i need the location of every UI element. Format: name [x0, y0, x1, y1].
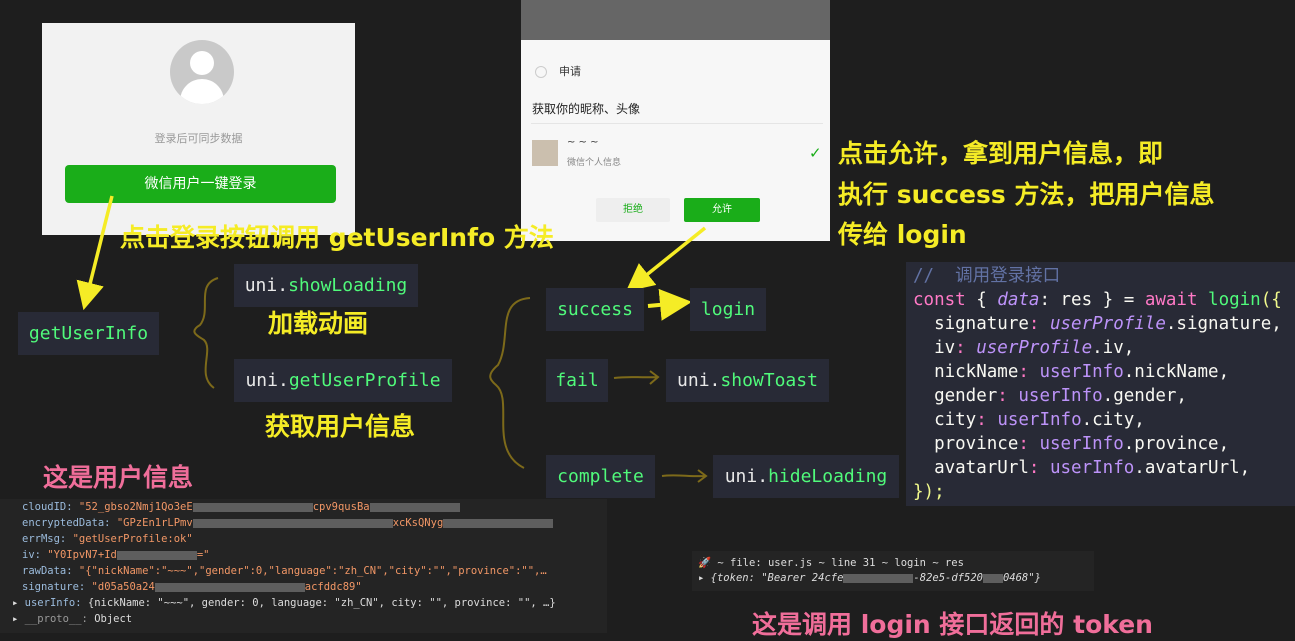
- showtoast-box: uni.showToast: [666, 359, 829, 402]
- code-field-line: avatarUrl: userInfo.avatarUrl,: [934, 458, 1251, 478]
- arrow-complete-to-hideloading: [661, 469, 708, 483]
- console-row-proto[interactable]: ▸ __proto__: Object: [12, 613, 132, 625]
- code-field-line: province: userInfo.province,: [934, 434, 1230, 454]
- arrow-login-to-getuserinfo: [76, 195, 114, 311]
- code-field-line: signature: userProfile.signature,: [934, 314, 1282, 334]
- code-comment: // 调用登录接口: [913, 266, 1061, 286]
- code-field-line: gender: userInfo.gender,: [934, 386, 1187, 406]
- code-line-const: const { data: res } = await login({: [913, 290, 1282, 310]
- code-field-line: nickName: userInfo.nickName,: [934, 362, 1230, 382]
- brace-getuserinfo: [193, 277, 219, 389]
- annotation-get-profile: 获取用户信息: [265, 412, 416, 441]
- success-box: success: [546, 288, 644, 331]
- annotation-click-login: 点击登录按钮调用 getUserInfo 方法: [120, 223, 554, 252]
- console-row-signature: signature: "d05a50a24 acfddc89": [22, 581, 362, 593]
- getuserprofile-box: uni.getUserProfile: [234, 359, 452, 402]
- complete-box: complete: [546, 455, 655, 498]
- code-field-line: city: userInfo.city,: [934, 410, 1145, 430]
- annotation-user-info: 这是用户信息: [43, 463, 194, 492]
- console-token: 🚀 ~ file: user.js ~ line 31 ~ login ~ re…: [692, 551, 1094, 591]
- console-row-errmsg: errMsg: "getUserProfile:ok": [22, 533, 193, 545]
- arrow-success-to-login: [647, 288, 692, 321]
- code-field-line: iv: userProfile.iv,: [934, 338, 1135, 358]
- console-row-iv: iv: "Y0IpvN7+Id =": [22, 549, 210, 561]
- showloading-box: uni.showLoading: [234, 264, 418, 307]
- hideloading-box: uni.hideLoading: [713, 455, 899, 498]
- annotation-loading: 加载动画: [268, 309, 369, 338]
- arrow-allow-to-success: [625, 226, 707, 292]
- console-row-userinfo[interactable]: ▸ userInfo: {nickName: "~~~", gender: 0,…: [12, 597, 556, 609]
- brace-callbacks: [489, 297, 531, 469]
- console-row-cloudid: cloudID: "52_gbso2Nmj1Qo3eE cpv9qusBa: [22, 501, 460, 513]
- annotation-click-allow-3: 传给 login: [838, 220, 967, 249]
- console-user-info: cloudID: "52_gbso2Nmj1Qo3eE cpv9qusBa enc…: [0, 499, 607, 633]
- arrow-fail-to-toast: [613, 370, 660, 385]
- fail-box: fail: [546, 359, 608, 402]
- getuserinfo-box: getUserInfo: [18, 312, 159, 355]
- console-token-value[interactable]: ▸ {token: "Bearer 24cfe -82e5-df520 0468"}: [698, 572, 1041, 584]
- console-row-encrypteddata: encryptedData: "GPzEn1rLPmv xcKsQNyg: [22, 517, 554, 529]
- code-close: });: [913, 482, 945, 502]
- annotation-token: 这是调用 login 接口返回的 token: [752, 610, 1153, 639]
- console-row-rawdata: rawData: "{"nickName":"~~~","gender":0,"…: [22, 565, 547, 577]
- console-token-header: 🚀 ~ file: user.js ~ line 31 ~ login ~ re…: [698, 557, 964, 569]
- login-code-snippet: // 调用登录接口 const { data: res } = await lo…: [906, 262, 1295, 506]
- annotation-click-allow-2: 执行 success 方法，把用户信息: [838, 180, 1215, 209]
- login-box: login: [690, 288, 766, 331]
- annotation-click-allow-1: 点击允许，拿到用户信息，即: [838, 139, 1164, 168]
